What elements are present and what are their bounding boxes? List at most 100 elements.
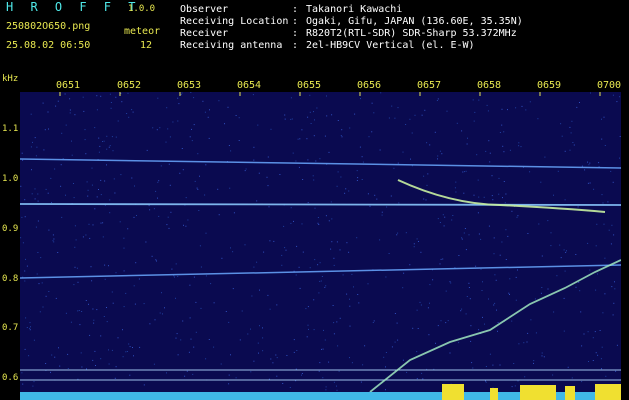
- noise-dot: [360, 98, 361, 100]
- noise-dot: [368, 136, 370, 138]
- noise-dot: [336, 321, 338, 323]
- noise-dot: [65, 194, 66, 196]
- noise-dot: [133, 216, 135, 218]
- noise-dot: [251, 295, 253, 297]
- noise-dot: [24, 216, 26, 218]
- noise-dot: [541, 255, 543, 257]
- noise-dot: [397, 232, 399, 234]
- noise-dot: [44, 129, 46, 131]
- freq-tick: 0.9: [2, 224, 19, 234]
- noise-dot: [348, 251, 350, 253]
- noise-dot: [447, 320, 449, 322]
- noise-dot: [324, 286, 326, 288]
- noise-dot: [478, 329, 480, 331]
- noise-dot: [21, 372, 23, 374]
- freq-tick: 0.8: [2, 274, 19, 284]
- app-title: H R O F F T: [6, 0, 141, 14]
- noise-dot: [527, 332, 529, 334]
- noise-dot: [241, 310, 243, 312]
- noise-dot: [250, 328, 251, 330]
- noise-dot: [324, 135, 326, 137]
- noise-dot: [127, 228, 129, 230]
- noise-dot: [305, 308, 307, 310]
- noise-dot: [446, 110, 448, 112]
- time-tick: 0656: [357, 80, 382, 91]
- noise-dot: [362, 364, 364, 366]
- noise-dot: [227, 106, 229, 108]
- noise-dot: [369, 205, 371, 207]
- noise-dot: [613, 234, 615, 236]
- noise-dot: [467, 137, 468, 139]
- noise-dot: [195, 331, 197, 333]
- noise-dot: [499, 254, 501, 256]
- noise-dot: [560, 257, 562, 259]
- noise-dot: [228, 145, 230, 146]
- noise-dot: [569, 126, 571, 128]
- noise-dot: [42, 306, 44, 308]
- noise-dot: [424, 109, 426, 111]
- noise-dot: [213, 302, 215, 304]
- noise-dot: [319, 362, 321, 364]
- noise-dot: [325, 386, 327, 388]
- noise-dot: [550, 232, 552, 234]
- noise-dot: [169, 136, 171, 138]
- noise-dot: [180, 94, 182, 96]
- noise-dot: [461, 238, 463, 240]
- noise-dot: [115, 272, 117, 274]
- noise-dot: [581, 381, 583, 383]
- antenna-label: Receiving antenna: [180, 40, 283, 51]
- noise-dot: [98, 151, 100, 153]
- noise-dot: [169, 184, 171, 186]
- noise-dot: [115, 96, 117, 98]
- noise-dot: [602, 202, 604, 204]
- noise-dot: [50, 177, 52, 179]
- noise-dot: [100, 194, 102, 196]
- noise-dot: [99, 145, 101, 147]
- noise-dot: [282, 383, 284, 384]
- noise-dot: [381, 211, 383, 213]
- noise-dot: [75, 239, 77, 241]
- noise-dot: [520, 146, 522, 148]
- noise-dot: [224, 123, 225, 125]
- noise-dot: [204, 111, 206, 113]
- noise-dot: [505, 193, 507, 195]
- noise-dot: [589, 182, 591, 184]
- noise-dot: [88, 303, 89, 305]
- noise-dot: [79, 324, 81, 326]
- noise-dot: [556, 275, 558, 277]
- noise-dot: [452, 215, 454, 216]
- noise-dot: [383, 356, 385, 358]
- noise-dot: [43, 149, 45, 151]
- noise-dot: [509, 294, 510, 295]
- noise-dot: [461, 237, 463, 239]
- noise-dot: [102, 141, 103, 142]
- noise-dot: [385, 352, 387, 353]
- carrier-line-2: [20, 203, 621, 206]
- noise-dot: [159, 312, 161, 314]
- noise-dot: [253, 159, 255, 161]
- noise-dot: [128, 343, 130, 345]
- noise-dot: [157, 97, 159, 99]
- noise-dot: [557, 170, 559, 172]
- noise-dot: [54, 356, 56, 358]
- noise-dot: [110, 107, 112, 109]
- noise-dot: [361, 179, 363, 180]
- noise-dot: [301, 373, 303, 374]
- noise-dot: [601, 118, 602, 120]
- noise-dot: [616, 344, 618, 346]
- noise-dot: [394, 341, 396, 343]
- noise-dot: [200, 307, 202, 309]
- noise-dot: [566, 250, 567, 252]
- noise-dot: [290, 207, 292, 209]
- noise-dot: [166, 372, 167, 374]
- noise-dot: [580, 311, 582, 313]
- noise-dot: [319, 158, 321, 160]
- noise-dot: [381, 214, 383, 216]
- noise-dot: [318, 224, 320, 225]
- noise-dot: [153, 363, 155, 365]
- noise-dot: [57, 252, 59, 253]
- noise-dot: [427, 173, 429, 175]
- noise-dot: [123, 270, 125, 272]
- noise-dot: [191, 128, 192, 130]
- noise-dot: [253, 360, 255, 362]
